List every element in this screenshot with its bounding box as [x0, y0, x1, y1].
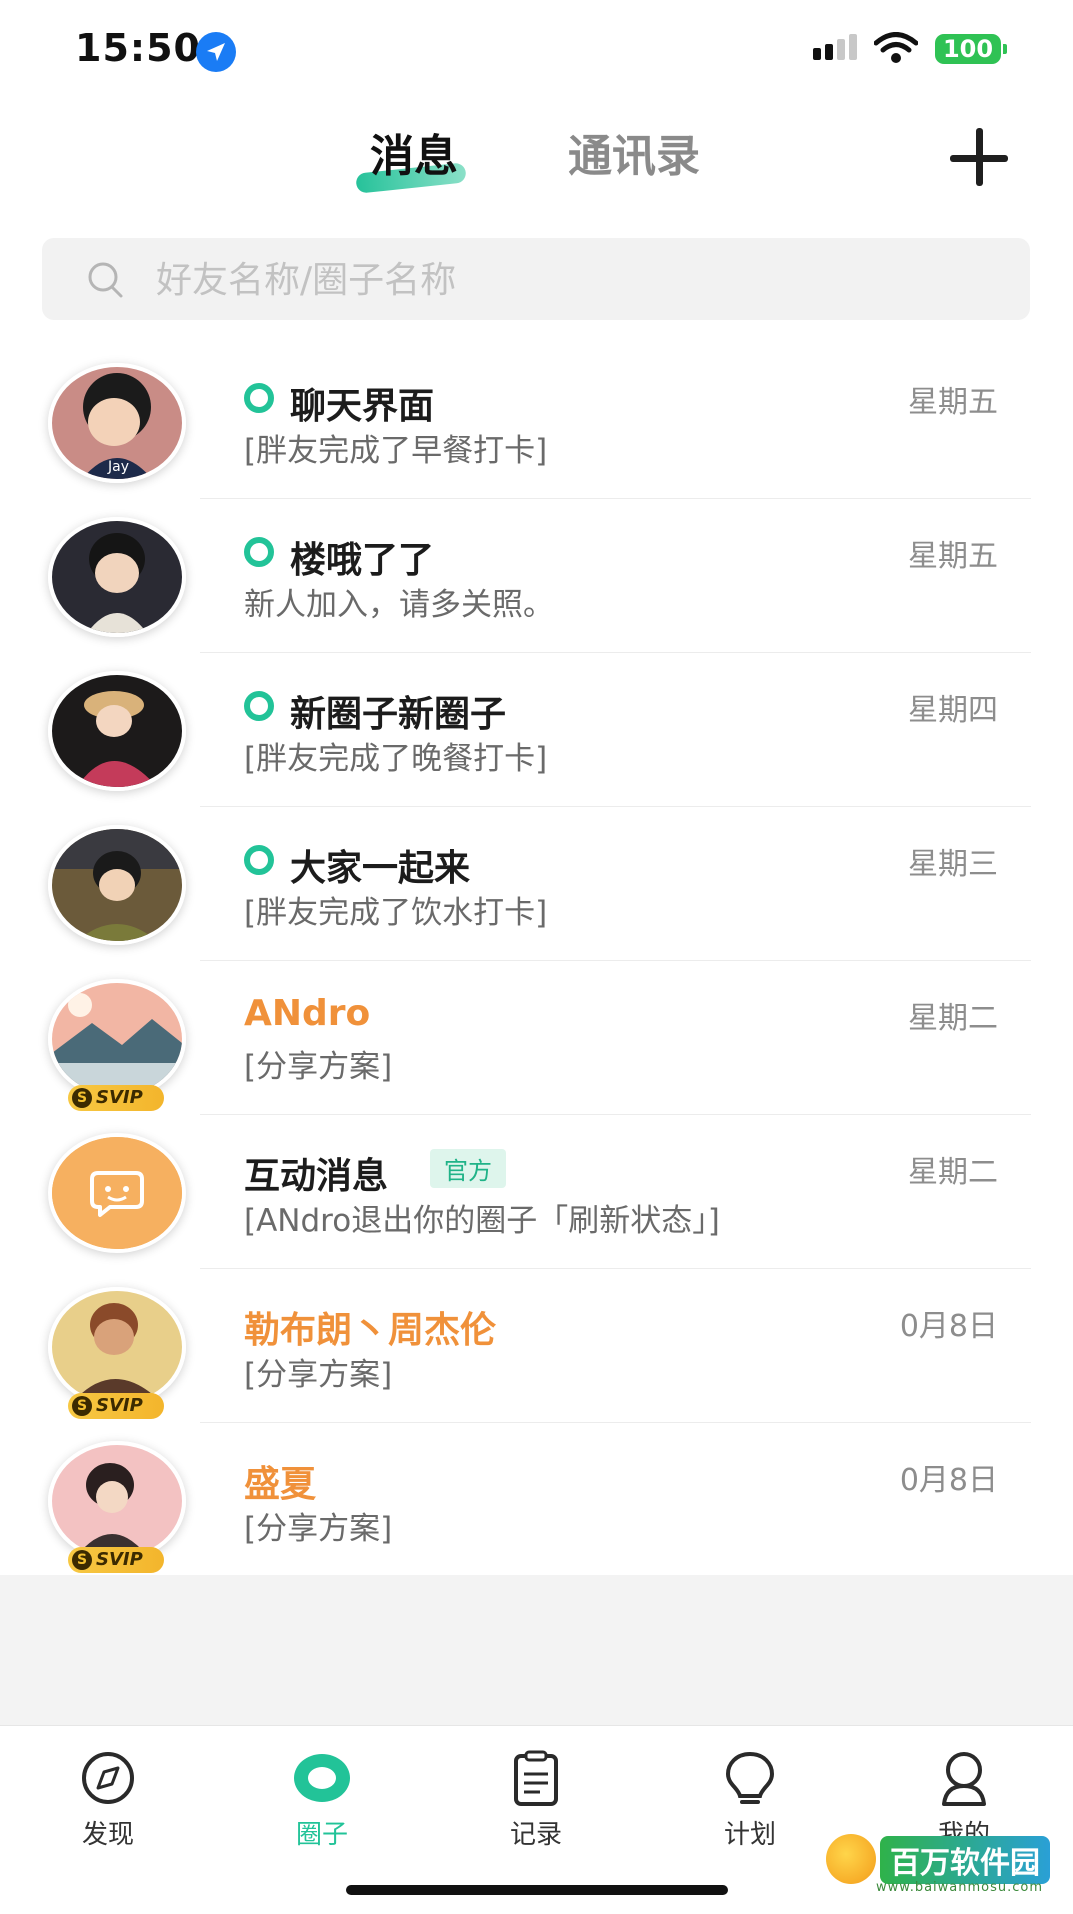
- avatar: [48, 825, 186, 945]
- watermark-logo-icon: [826, 1834, 876, 1884]
- svip-coin-icon: S: [72, 1396, 92, 1416]
- nav-discover-label: 发现: [81, 1820, 134, 1850]
- conversation-title: 大家一起来: [290, 848, 471, 889]
- conversation-date: 星期五: [908, 385, 998, 420]
- tab-messages[interactable]: 消息: [355, 120, 467, 194]
- nav-records-label: 记录: [509, 1820, 562, 1850]
- conversation-row[interactable]: 新圈子新圈子 [胖友完成了晚餐打卡] 星期四: [0, 653, 1073, 807]
- conversation-date: 0月8日: [899, 1463, 998, 1498]
- nav-records[interactable]: 记录: [466, 1750, 606, 1851]
- conversation-title: 楼哦了了: [290, 540, 435, 581]
- status-bar: 15:50 100: [0, 0, 1073, 100]
- avatar: Jay: [48, 363, 186, 483]
- search-icon: [88, 262, 123, 298]
- circle-group-icon: [244, 845, 274, 875]
- conversation-title: 聊天界面: [290, 386, 435, 427]
- conversation-date: 星期二: [908, 1155, 998, 1190]
- watermark-text: 百万软件园: [880, 1836, 1050, 1884]
- conversation-preview: [分享方案]: [244, 1049, 393, 1085]
- nav-plan-label: 计划: [723, 1820, 776, 1850]
- circle-group-icon: [244, 691, 274, 721]
- svip-badge: S SVIP: [68, 1085, 164, 1111]
- conversation-date: 星期五: [908, 539, 998, 574]
- svip-coin-icon: S: [72, 1088, 92, 1108]
- nav-circle-label: 圈子: [295, 1820, 348, 1850]
- circle-group-icon: [244, 537, 274, 567]
- plus-icon[interactable]: [950, 128, 1010, 188]
- svip-coin-icon: S: [72, 1550, 92, 1570]
- conversation-preview: [胖友完成了晚餐打卡]: [244, 741, 548, 777]
- home-indicator[interactable]: [346, 1885, 728, 1895]
- tab-messages-label: 消息: [370, 131, 458, 182]
- conversation-row[interactable]: S SVIP 勒布朗丶周杰伦 [分享方案] 0月8日: [0, 1269, 1073, 1423]
- avatar: [48, 1133, 186, 1253]
- avatar-jay-text: Jay: [107, 459, 129, 475]
- conversation-date: 星期三: [908, 847, 998, 882]
- avatar: [48, 517, 186, 637]
- avatar: [48, 1287, 186, 1407]
- nav-discover[interactable]: 发现: [38, 1750, 178, 1851]
- profile-icon: [942, 1752, 986, 1806]
- compass-icon: [82, 1752, 134, 1804]
- conversation-preview: [分享方案]: [244, 1511, 393, 1547]
- avatar: [48, 671, 186, 791]
- conversation-date: 0月8日: [899, 1309, 998, 1344]
- battery-indicator: 100: [935, 34, 1007, 64]
- conversation-preview: 新人加入，请多关照。: [244, 587, 554, 623]
- location-arrow-icon: [196, 32, 236, 72]
- lightbulb-icon: [725, 1751, 775, 1804]
- conversation-row[interactable]: Jay 聊天界面 [胖友完成了早餐打卡] 星期五: [0, 345, 1073, 499]
- conversation-list: Jay 聊天界面 [胖友完成了早餐打卡] 星期五 楼哦了了 新人加入，请多关照。…: [0, 345, 1073, 1577]
- nav-plan[interactable]: 计划: [680, 1750, 820, 1851]
- tab-contacts-label: 通讯录: [568, 131, 700, 182]
- conversation-date: 星期二: [908, 1001, 998, 1036]
- official-badge: 官方: [430, 1149, 506, 1188]
- svip-badge-label: SVIP: [96, 1395, 143, 1416]
- conversation-title: 新圈子新圈子: [290, 694, 507, 735]
- watermark: 百万软件园 www.baiwanmosu.com: [818, 1832, 1068, 1902]
- wifi-icon: [874, 32, 918, 63]
- svip-badge-label: SVIP: [96, 1549, 143, 1570]
- conversation-row[interactable]: 楼哦了了 新人加入，请多关照。 星期五: [0, 499, 1073, 653]
- conversation-row[interactable]: S SVIP ANdro [分享方案] 星期二: [0, 961, 1073, 1115]
- conversation-preview: [ANdro退出你的圈子「刷新状态」]: [244, 1203, 720, 1239]
- watermark-url: www.baiwanmosu.com: [876, 1880, 1044, 1895]
- svip-badge-label: SVIP: [96, 1087, 143, 1108]
- conversation-title: 互动消息: [244, 1156, 389, 1197]
- empty-area: [0, 1575, 1073, 1725]
- clipboard-icon: [514, 1750, 558, 1806]
- conversation-title: 盛夏: [244, 1464, 317, 1505]
- nav-circle[interactable]: 圈子: [252, 1750, 392, 1851]
- conversation-row[interactable]: 互动消息 官方 [ANdro退出你的圈子「刷新状态」] 星期二: [0, 1115, 1073, 1269]
- header-tabs: 消息 通讯录: [0, 120, 1073, 200]
- svip-badge: S SVIP: [68, 1393, 164, 1419]
- conversation-preview: [分享方案]: [244, 1357, 393, 1393]
- circle-icon: [294, 1754, 350, 1802]
- avatar: [48, 1441, 186, 1561]
- conversation-title: ANdro: [244, 993, 371, 1034]
- conversation-preview: [胖友完成了饮水打卡]: [244, 895, 548, 931]
- conversation-row[interactable]: S SVIP 盛夏 [分享方案] 0月8日: [0, 1423, 1073, 1577]
- conversation-date: 星期四: [908, 693, 998, 728]
- chat-bubble-icon: [52, 1137, 182, 1249]
- tab-contacts[interactable]: 通讯录: [568, 120, 700, 184]
- search-bar[interactable]: [42, 238, 1030, 322]
- search-input[interactable]: [154, 238, 998, 322]
- avatar: [48, 979, 186, 1099]
- cellular-signal-icon: [813, 34, 857, 60]
- circle-group-icon: [244, 383, 274, 413]
- conversation-title: 勒布朗丶周杰伦: [244, 1310, 497, 1351]
- conversation-row[interactable]: 大家一起来 [胖友完成了饮水打卡] 星期三: [0, 807, 1073, 961]
- conversation-preview: [胖友完成了早餐打卡]: [244, 433, 548, 469]
- status-time: 15:50: [75, 26, 201, 70]
- svip-badge: S SVIP: [68, 1547, 164, 1573]
